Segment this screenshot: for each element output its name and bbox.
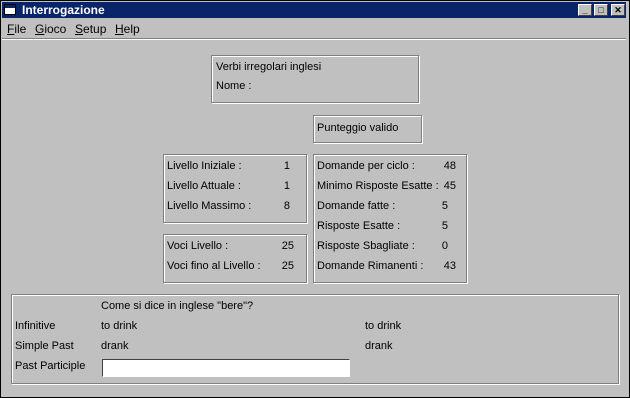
close-button[interactable]: ✕ (611, 4, 625, 16)
simple-past-value: drank (101, 340, 129, 352)
voci-upto-label: Voci fino al Livello : (167, 260, 261, 272)
correct-value: 5 (441, 220, 448, 232)
min-correct-label: Minimo Risposte Esatte : (317, 180, 439, 192)
remaining-value: 43 (443, 260, 456, 272)
infinitive-label: Infinitive (15, 320, 56, 332)
simple-past-answer: drank (365, 340, 393, 352)
min-correct-value: 45 (443, 180, 456, 192)
current-level-label: Livello Attuale : (167, 180, 241, 192)
per-cycle-value: 48 (443, 160, 456, 172)
menu-gioco[interactable]: Gioco (35, 22, 66, 36)
infinitive-answer: to drink (365, 320, 402, 332)
window-icon (4, 4, 16, 15)
wrong-value: 0 (441, 240, 448, 252)
voci-level-value: 25 (281, 240, 294, 252)
past-participle-input[interactable] (102, 359, 350, 377)
menu-separator (2, 38, 626, 40)
infinitive-value: to drink (101, 320, 138, 332)
current-level-value: 1 (283, 180, 290, 192)
simple-past-label: Simple Past (15, 340, 74, 352)
question-prompt: Come si dice in inglese "bere"? (101, 300, 254, 312)
asked-value: 5 (441, 200, 448, 212)
window-title: Interrogazione (22, 3, 105, 17)
menu-file[interactable]: File (7, 22, 26, 36)
score-label: Punteggio valido (317, 122, 399, 134)
menu-bar: File Gioco Setup Help (2, 20, 626, 38)
maximize-button[interactable]: □ (594, 4, 608, 16)
menu-help[interactable]: Help (115, 22, 140, 36)
initial-level-label: Livello Iniziale : (167, 160, 242, 172)
wrong-label: Risposte Sbagliate : (317, 240, 415, 252)
past-participle-label: Past Participle (15, 360, 86, 372)
remaining-label: Domande Rimanenti : (317, 260, 424, 272)
minimize-button[interactable]: _ (578, 4, 592, 16)
title-bar[interactable]: Interrogazione _ □ ✕ (2, 2, 626, 18)
voci-level-label: Voci Livello : (167, 240, 229, 252)
quiz-title: Verbi irregolari inglesi (216, 61, 322, 73)
initial-level-value: 1 (283, 160, 290, 172)
voci-upto-value: 25 (281, 260, 294, 272)
name-label: Nome : (216, 80, 252, 92)
max-level-label: Livello Massimo : (167, 200, 252, 212)
max-level-value: 8 (283, 200, 290, 212)
correct-label: Risposte Esatte : (317, 220, 401, 232)
per-cycle-label: Domande per ciclo : (317, 160, 415, 172)
menu-setup[interactable]: Setup (75, 22, 106, 36)
asked-label: Domande fatte : (317, 200, 396, 212)
